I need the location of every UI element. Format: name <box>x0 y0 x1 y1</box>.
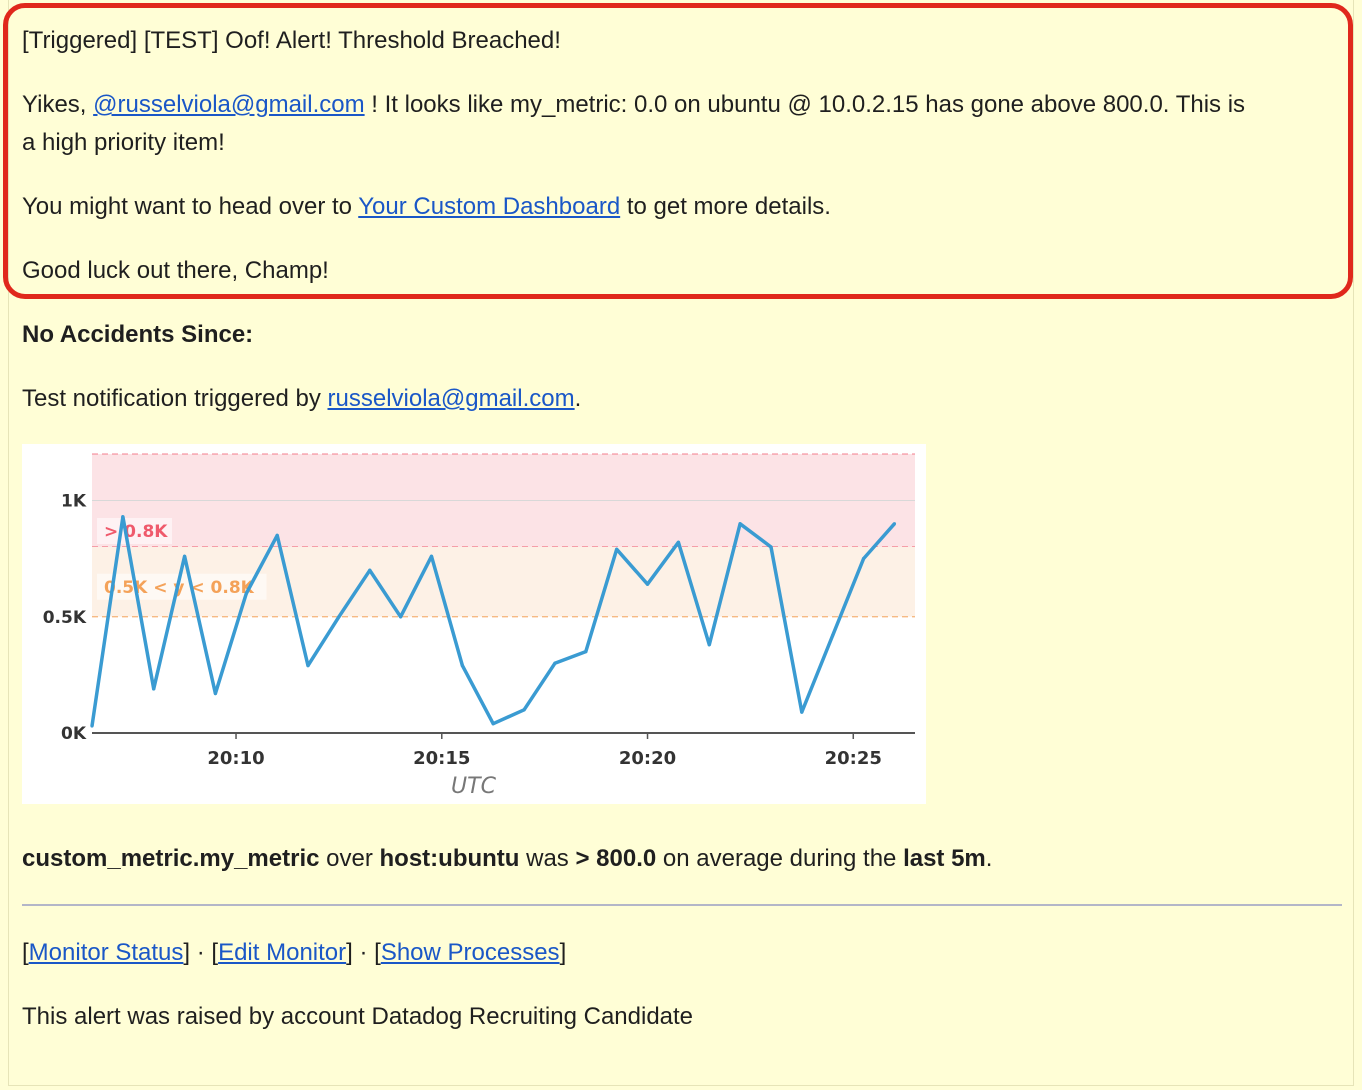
threshold-value: > 800.0 <box>575 845 657 872</box>
x-tick-label: 20:25 <box>825 748 882 769</box>
mention-link[interactable]: @russelviola@gmail.com <box>93 91 364 118</box>
account-footer: This alert was raised by account Datadog… <box>22 1003 694 1030</box>
email-link[interactable]: russelviola@gmail.com <box>328 385 575 412</box>
x-tick-label: 20:15 <box>413 748 470 769</box>
data-point <box>738 522 742 526</box>
data-point <box>491 722 495 726</box>
data-point <box>368 568 372 572</box>
show-processes-link[interactable]: Show Processes <box>381 939 560 966</box>
threshold-label-alert: > 0.8K <box>104 522 168 542</box>
data-point <box>306 663 310 668</box>
data-point <box>553 661 557 665</box>
y-tick-label: 1K <box>61 492 87 512</box>
test-notification-text: Test notification triggered by russelvio… <box>22 385 582 412</box>
evaluation-window: last 5m <box>903 845 986 872</box>
data-point <box>584 650 588 654</box>
x-tick-label: 20:20 <box>619 748 676 769</box>
data-point <box>121 515 125 519</box>
data-point <box>707 643 711 647</box>
x-tick-label: 20:10 <box>207 748 264 769</box>
data-point <box>182 554 187 558</box>
divider <box>22 904 1342 906</box>
monitor-status-link[interactable]: Monitor Status <box>29 939 184 966</box>
section-heading: No Accidents Since: <box>22 321 254 348</box>
edit-monitor-link[interactable]: Edit Monitor <box>218 939 346 966</box>
data-point <box>522 708 526 712</box>
metric-chart: > 0.8K 0.5K < y < 0.8K 20:10 20:15 20:20 20:2… <box>22 444 926 804</box>
alert-message-line2: a high priority item! <box>22 129 225 156</box>
x-axis-title: UTC <box>451 774 497 799</box>
data-point <box>615 547 619 551</box>
monitor-links: [Monitor Status] · [Edit Monitor] · [Sho… <box>22 939 567 966</box>
data-point <box>831 633 835 637</box>
y-tick-label: 0K <box>61 724 87 744</box>
data-point <box>90 724 94 728</box>
data-point <box>460 663 464 668</box>
data-point <box>769 545 773 549</box>
data-point <box>152 687 156 691</box>
data-point <box>892 522 897 526</box>
data-point <box>213 691 218 696</box>
data-point <box>337 615 341 619</box>
dashboard-paragraph: You might want to head over to Your Cust… <box>22 193 831 220</box>
dashboard-link[interactable]: Your Custom Dashboard <box>358 193 620 220</box>
data-point <box>429 554 434 558</box>
signoff-text: Good luck out there, Champ! <box>22 257 329 284</box>
alert-subject: [Triggered] [TEST] Oof! Alert! Threshold… <box>22 27 561 54</box>
metric-chart-svg: > 0.8K0.5K < y < 0.8K20:10 20:15 20:20 20:2… <box>43 453 915 799</box>
y-tick-label: 0.5K <box>43 608 87 628</box>
data-point <box>244 591 248 596</box>
alert-message-line1: Yikes, @russelviola@gmail.com ! It looks… <box>22 91 1246 118</box>
data-point <box>645 582 650 586</box>
data-point <box>800 710 804 714</box>
data-point <box>399 615 403 619</box>
data-point <box>861 557 866 561</box>
monitor-summary: custom_metric.my_metric over host:ubuntu… <box>22 845 993 872</box>
data-point <box>275 533 279 537</box>
data-point <box>676 540 680 544</box>
host-tag: host:ubuntu <box>379 845 520 872</box>
metric-name: custom_metric.my_metric <box>22 845 320 872</box>
